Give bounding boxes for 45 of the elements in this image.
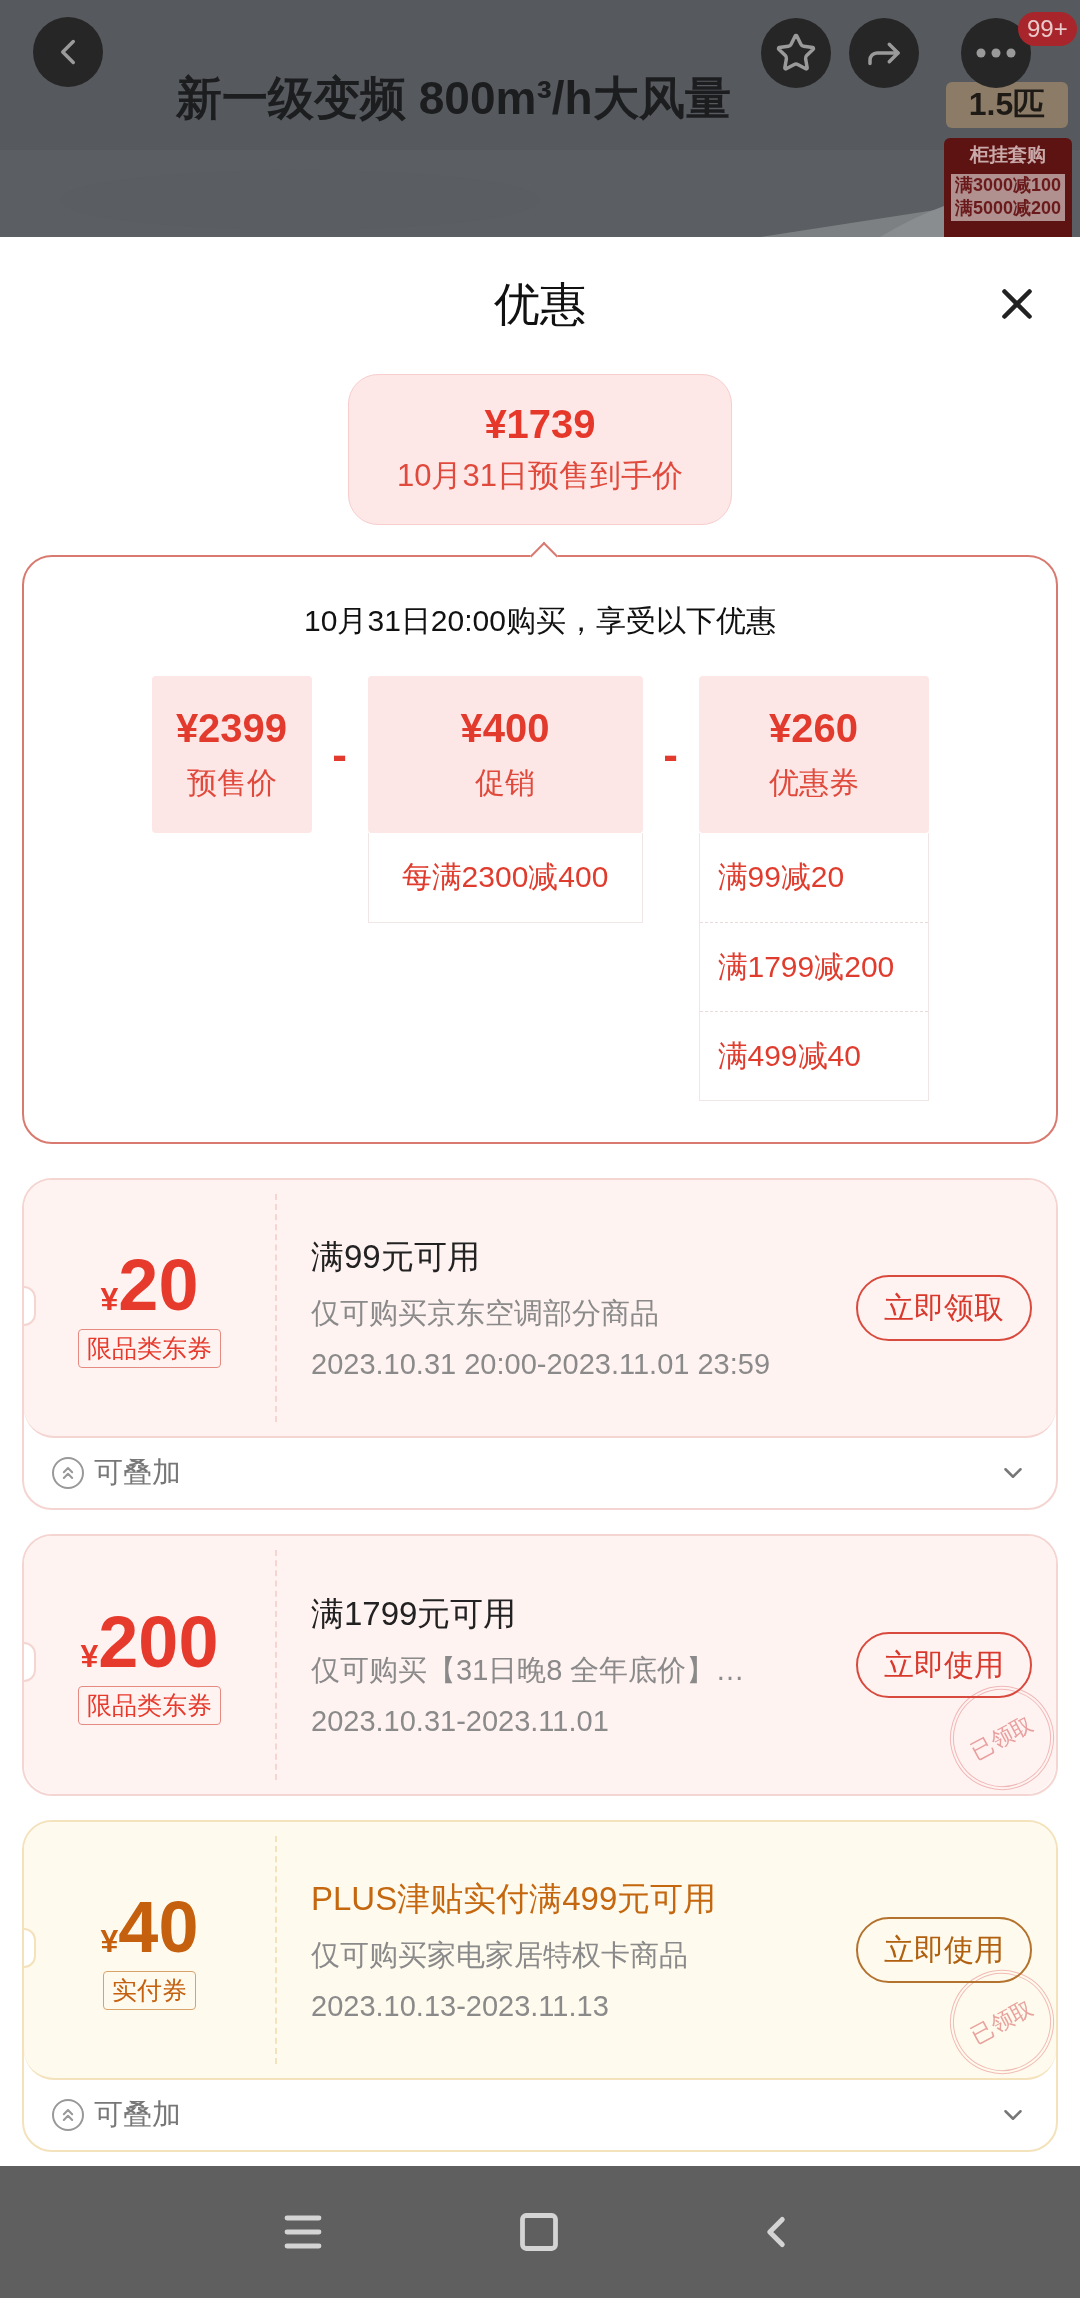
coupon-scope: 仅可购买京东空调部分商品 <box>311 1296 660 1331</box>
coupon-validity: 2023.10.31-2023.11.01 <box>311 1705 610 1738</box>
component-label: 预售价 <box>186 764 277 801</box>
stackable-label: 可叠加 <box>94 2097 182 2132</box>
star-icon <box>775 32 817 74</box>
component-amount: ¥400 <box>460 705 550 751</box>
final-price: ¥1739 <box>484 402 596 447</box>
coupon-type-tag: 限品类东券 <box>78 1328 221 1368</box>
size-tag: 1.5匹 <box>946 82 1068 128</box>
notification-badge: 99+ <box>1018 12 1077 46</box>
discount-rule: 满1799减200 <box>699 922 928 1011</box>
coupon-amount: ¥200 <box>80 1605 219 1678</box>
sheet-title: 优惠 <box>494 276 586 332</box>
coupon-validity: 2023.10.13-2023.11.13 <box>311 1990 610 2023</box>
stack-icon <box>52 2099 84 2131</box>
coupon-scope: 仅可购买【31日晚8 全年底价】… <box>311 1653 746 1688</box>
component-amount: ¥2399 <box>175 705 288 751</box>
home-icon[interactable] <box>517 2210 561 2254</box>
discount-rule: 每满2300减400 <box>400 859 610 895</box>
component-label: 优惠券 <box>768 764 859 801</box>
breakdown-heading: 10月31日20:00购买，享受以下优惠 <box>304 603 776 639</box>
banner-title: 新一级变频 800m³/h大风量 <box>176 71 731 126</box>
coupon-amount: ¥20 <box>100 1248 199 1321</box>
component-amount: ¥260 <box>769 705 858 751</box>
coupon-action-button[interactable]: 立即领取 <box>856 1275 1032 1341</box>
final-price-label: 10月31日预售到手价 <box>397 457 683 495</box>
discount-rule: 满99减20 <box>716 859 846 895</box>
component-label: 促销 <box>475 764 535 801</box>
coupon-type-tag: 实付券 <box>103 1970 196 2010</box>
coupon-validity: 2023.10.31 20:00-2023.11.01 23:59 <box>311 1348 772 1381</box>
coupon-title: PLUS津贴实付满499元可用 <box>311 1879 718 1919</box>
coupon-title: 满99元可用 <box>311 1237 481 1277</box>
minus-sign: - <box>331 729 348 781</box>
stack-icon <box>52 1457 84 1489</box>
discount-rule: 满499减40 <box>699 1011 928 1100</box>
promo-title: 柜挂套购 <box>970 143 1046 167</box>
coupon-type-tag: 限品类东券 <box>78 1685 221 1725</box>
coupon-amount: ¥40 <box>100 1890 199 1963</box>
coupon-action-button[interactable]: 立即使用 <box>856 1632 1032 1698</box>
minus-sign: - <box>662 729 679 781</box>
more-icon <box>976 48 1016 58</box>
coupon-scope: 仅可购买家电家居特权卡商品 <box>311 1938 689 1973</box>
coupon-action-button[interactable]: 立即使用 <box>856 1917 1032 1983</box>
coupon-title: 满1799元可用 <box>311 1594 518 1634</box>
stackable-label: 可叠加 <box>94 1455 182 1490</box>
